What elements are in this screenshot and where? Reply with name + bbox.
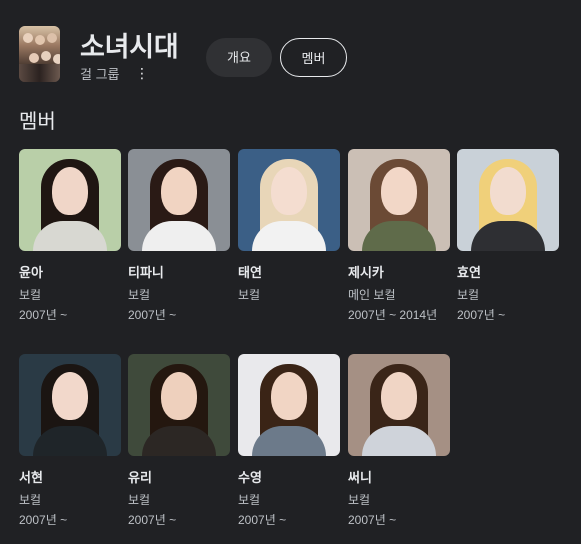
member-name: 수영 [238, 470, 262, 485]
member-photo [238, 149, 340, 251]
member-role: 보컬 [348, 493, 371, 507]
member-card[interactable]: 유리 보컬 2007년 ~ [128, 354, 230, 544]
member-card[interactable]: 수영 보컬 2007년 ~ [238, 354, 340, 544]
member-photo [19, 149, 121, 251]
member-name: 써니 [348, 470, 372, 485]
tab-members[interactable]: 멤버 [280, 38, 347, 77]
member-name: 서현 [19, 470, 43, 485]
group-subtitle: 걸 그룹 [80, 67, 120, 82]
member-years: 2007년 ~ [238, 513, 287, 527]
group-title: 소녀시대 [80, 32, 179, 62]
photo-face [381, 167, 417, 215]
photo-face [271, 372, 307, 420]
member-years: 2007년 ~ [128, 308, 177, 322]
member-years: 2007년 ~ [19, 513, 68, 527]
member-name: 제시카 [348, 265, 384, 280]
member-photo [19, 354, 121, 456]
member-years: 2007년 ~ [457, 308, 506, 322]
member-years: 2007년 ~ [348, 513, 397, 527]
photo-face [490, 167, 526, 215]
member-role: 보컬 [19, 493, 42, 507]
member-card[interactable]: 윤아 보컬 2007년 ~ [19, 149, 121, 339]
photo-face [161, 167, 197, 215]
member-card[interactable]: 제시카 메인 보컬 2007년 ~ 2014년 [348, 149, 450, 339]
thumbnail-faces [23, 33, 33, 43]
member-name: 태연 [238, 265, 262, 280]
member-name: 효연 [457, 265, 481, 280]
member-role: 보컬 [238, 493, 261, 507]
member-card[interactable]: 효연 보컬 2007년 ~ [457, 149, 559, 339]
photo-face [271, 167, 307, 215]
member-card[interactable]: 티파니 보컬 2007년 ~ [128, 149, 230, 339]
member-photo [128, 354, 230, 456]
member-name: 티파니 [128, 265, 164, 280]
entity-header: 소녀시대 걸 그룹 ⋮ 개요 멤버 [19, 24, 564, 84]
member-photo [457, 149, 559, 251]
photo-face [52, 167, 88, 215]
member-role: 보컬 [19, 288, 42, 302]
member-name: 유리 [128, 470, 152, 485]
member-role: 보컬 [238, 288, 261, 302]
photo-face [161, 372, 197, 420]
more-options-icon[interactable]: ⋮ [135, 66, 149, 80]
thumbnail-bottom [19, 64, 60, 82]
section-title: 멤버 [19, 111, 56, 133]
member-card[interactable]: 서현 보컬 2007년 ~ [19, 354, 121, 544]
tab-overview[interactable]: 개요 [206, 38, 272, 77]
photo-face [381, 372, 417, 420]
member-name: 윤아 [19, 265, 43, 280]
member-photo [348, 149, 450, 251]
group-thumbnail[interactable] [19, 26, 60, 82]
member-years: 2007년 ~ [128, 513, 177, 527]
member-years: 2007년 ~ [19, 308, 68, 322]
member-role: 보컬 [457, 288, 480, 302]
photo-face [52, 372, 88, 420]
member-photo [128, 149, 230, 251]
members-grid: 윤아 보컬 2007년 ~ 티파니 보컬 2007년 ~ 태연 보컬 제시카 메… [19, 149, 579, 529]
member-years: 2007년 ~ 2014년 [348, 308, 438, 322]
member-photo [238, 354, 340, 456]
member-role: 보컬 [128, 493, 151, 507]
member-card[interactable]: 태연 보컬 [238, 149, 340, 339]
member-photo [348, 354, 450, 456]
member-role: 메인 보컬 [348, 288, 396, 302]
member-card[interactable]: 써니 보컬 2007년 ~ [348, 354, 450, 544]
member-role: 보컬 [128, 288, 151, 302]
